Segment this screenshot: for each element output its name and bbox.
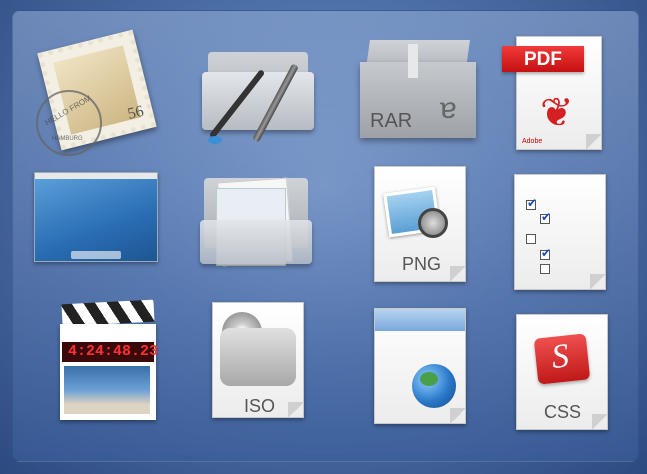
postmark-city: HAMBURG — [52, 136, 83, 142]
png-label: PNG — [402, 254, 442, 274]
iso-disk-image-icon[interactable]: ISO — [212, 302, 308, 420]
acrobat-icon: ❦ — [540, 91, 574, 135]
iso-label: ISO — [244, 396, 276, 416]
movie-clapper-icon[interactable]: 4:24:48.23 — [58, 299, 159, 420]
rar-archive-icon[interactable]: RAR ɐ — [358, 40, 478, 144]
checklist-document-icon[interactable]: ✔ ✔ ✔ — [514, 174, 610, 292]
adobe-label: Adobe — [522, 138, 543, 145]
postmark-text: HELLO FROM — [43, 93, 93, 128]
documents-folder-icon[interactable] — [198, 172, 314, 268]
zipper-glyph: ɐ — [440, 92, 457, 125]
web-document-icon[interactable] — [374, 308, 468, 428]
png-image-icon[interactable]: PNG — [374, 166, 468, 286]
developer-folder-icon[interactable] — [200, 44, 318, 148]
mail-stamp-icon[interactable]: 56 HELLO FROM HAMBURG — [36, 29, 157, 156]
css-s-glyph: S — [549, 337, 571, 376]
rar-label: RAR — [370, 110, 413, 132]
pdf-banner: PDF — [524, 49, 562, 70]
pdf-document-icon[interactable]: PDF ❦ Adobe — [500, 36, 610, 154]
css-document-icon[interactable]: S CSS — [516, 314, 612, 432]
stamp-value: 56 — [125, 102, 146, 124]
timecode: 4:24:48.23 — [68, 343, 159, 360]
desktop-screenshot-icon[interactable] — [34, 172, 158, 264]
css-label: CSS — [544, 402, 582, 422]
